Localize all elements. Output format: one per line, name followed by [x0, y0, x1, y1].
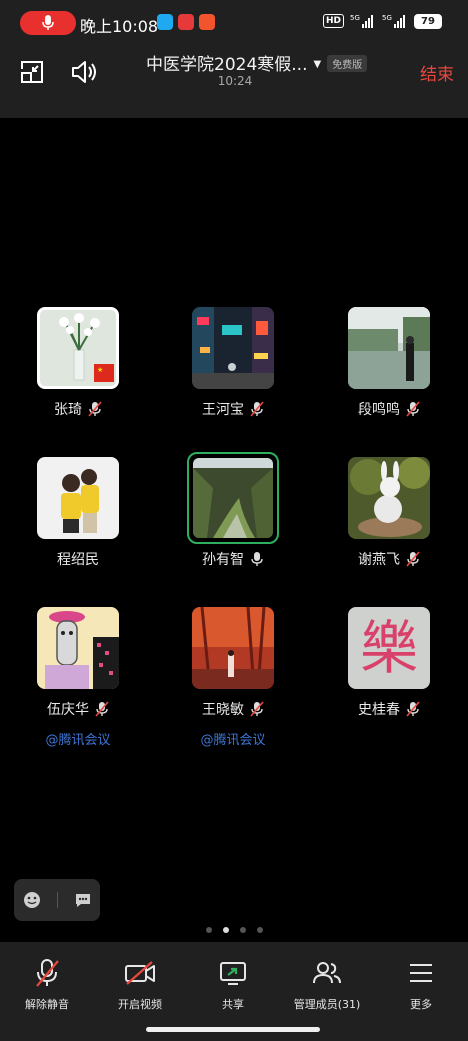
participant-name: 张琦 [54, 402, 82, 418]
page-dot[interactable] [239, 927, 246, 933]
avatar [192, 607, 274, 689]
muted-mic-icon [250, 401, 264, 417]
start-video-button[interactable]: 开启视频 [93, 958, 187, 1012]
avatar-glyph: 樂 [359, 614, 418, 682]
avatar: ★ [37, 307, 119, 389]
participant-tile[interactable]: 谢燕飞 [324, 457, 454, 569]
status-indicators: HD 5G 5G 79 [322, 13, 442, 29]
page-dot-active[interactable] [222, 927, 229, 933]
participant-name-row: 谢燕飞 [324, 549, 454, 569]
speaker-icon[interactable] [70, 58, 98, 86]
svg-text:★: ★ [97, 366, 103, 374]
page-dot[interactable] [205, 927, 212, 933]
home-indicator[interactable] [146, 1027, 320, 1032]
svg-text:5G: 5G [382, 14, 392, 22]
members-icon [313, 962, 341, 984]
participant-name-row: 史桂春 [324, 699, 454, 719]
participant-name: 史桂春 [358, 702, 400, 718]
participant-name-row: 程绍民 [13, 549, 143, 569]
muted-mic-icon [406, 401, 420, 417]
menu-icon [410, 964, 432, 982]
avatar [37, 457, 119, 539]
participant-name-row: 段鸣鸣 [324, 399, 454, 419]
manage-members-button[interactable]: 管理成员(31) [280, 958, 374, 1012]
participant-name: 伍庆华 [47, 702, 89, 718]
app-icon [157, 14, 173, 30]
avatar [348, 307, 430, 389]
meeting-title-area[interactable]: 中医学院2024寒假... ▼ 免费版 [146, 50, 396, 75]
reaction-chat-bar [14, 879, 100, 921]
muted-mic-icon [36, 959, 59, 987]
end-meeting-button[interactable]: 结束 [420, 60, 454, 85]
participant-name-row: 王河宝 [168, 399, 298, 419]
participant-tile[interactable]: 王晓敏 @腾讯会议 [168, 607, 298, 748]
video-off-icon [125, 961, 155, 985]
status-time: 晚上10:08 [80, 17, 159, 36]
more-button[interactable]: 更多 [374, 958, 468, 1012]
muted-mic-icon [406, 551, 420, 567]
participant-name: 谢燕飞 [358, 552, 400, 568]
participant-name: 段鸣鸣 [358, 402, 400, 418]
app-icon [199, 14, 215, 30]
page-dot[interactable] [256, 927, 263, 933]
app-icon [178, 14, 194, 30]
meeting-title[interactable]: 中医学院2024寒假... [146, 50, 307, 75]
participant-name: 孙有智 [202, 552, 244, 568]
microphone-icon [42, 15, 54, 30]
participant-name: 程绍民 [57, 552, 99, 568]
avatar [192, 307, 274, 389]
muted-mic-icon [250, 701, 264, 717]
participant-tile[interactable]: 王河宝 [168, 307, 298, 419]
watermark-text: @腾讯会议 [45, 733, 111, 748]
divider [56, 892, 58, 908]
chat-icon[interactable] [73, 890, 93, 910]
emoji-icon[interactable] [22, 890, 42, 910]
participant-name-row: 伍庆华 [13, 699, 143, 719]
dropdown-caret-icon[interactable]: ▼ [313, 59, 321, 70]
participant-name-row: 张琦 [13, 399, 143, 419]
muted-mic-icon [88, 401, 102, 417]
microphone-icon [251, 552, 263, 566]
meeting-duration: 10:24 [217, 74, 253, 88]
unmute-label: 解除静音 [25, 998, 69, 1011]
picture-in-picture-icon[interactable] [18, 58, 46, 86]
avatar [348, 457, 430, 539]
signal-icon: 5G [350, 14, 373, 28]
status-bar: 晚上10:08 HD 5G 5G 79 [0, 0, 468, 46]
watermark-text: @腾讯会议 [200, 733, 266, 748]
page-indicator [0, 927, 468, 933]
participant-tile[interactable]: ★ 张琦 [13, 307, 143, 419]
signal-icon: 5G [382, 14, 405, 28]
avatar [37, 607, 119, 689]
hd-badge: HD [322, 14, 344, 28]
battery-icon: 79 [414, 13, 442, 29]
muted-mic-icon [406, 701, 420, 717]
participant-tile-speaking[interactable]: 孙有智 [168, 452, 298, 569]
share-label: 共享 [222, 998, 244, 1011]
participant-tile[interactable]: 伍庆华 @腾讯会议 [13, 607, 143, 748]
avatar: 樂 [348, 607, 430, 689]
participant-name-row: 孙有智 [168, 549, 298, 569]
share-screen-icon [220, 962, 246, 985]
participant-name: 王晓敏 [202, 702, 244, 718]
share-button[interactable]: 共享 [186, 958, 280, 1012]
more-label: 更多 [410, 998, 432, 1011]
muted-mic-icon [95, 701, 109, 717]
svg-text:5G: 5G [350, 14, 360, 22]
participant-tile[interactable]: 段鸣鸣 [324, 307, 454, 419]
manage-members-label: 管理成员(31) [293, 998, 361, 1011]
meeting-header: 中医学院2024寒假... ▼ 免费版 10:24 结束 [0, 46, 468, 118]
start-video-label: 开启视频 [118, 998, 162, 1011]
participant-name: 王河宝 [202, 402, 244, 418]
recording-indicator[interactable] [20, 11, 76, 35]
participant-tile[interactable]: 程绍民 [13, 457, 143, 569]
participant-name-row: 王晓敏 [168, 699, 298, 719]
avatar-speaking [187, 452, 279, 544]
participant-tile[interactable]: 樂 史桂春 [324, 607, 454, 719]
unmute-button[interactable]: 解除静音 [0, 958, 94, 1012]
free-badge: 免费版 [327, 55, 368, 72]
